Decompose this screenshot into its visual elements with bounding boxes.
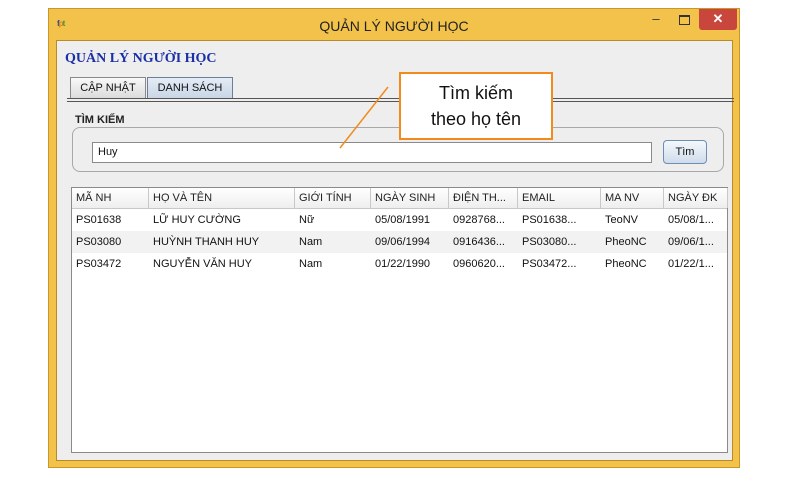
table-cell: 01/22/1... — [668, 258, 714, 270]
column-header[interactable]: HỌ VÀ TÊN — [149, 188, 295, 208]
table-cell: PS01638 — [76, 214, 122, 226]
callout-text-line2: theo họ tên — [430, 109, 522, 129]
window-title: QUẢN LÝ NGƯỜI HỌC — [319, 18, 469, 34]
table-cell: PS03472 — [76, 258, 122, 270]
column-header[interactable]: MA NV — [601, 188, 664, 208]
table-cell: TeoNV — [605, 214, 639, 226]
column-header[interactable]: EMAIL — [518, 188, 601, 208]
maximize-button[interactable] — [671, 9, 697, 30]
close-button[interactable]: ✕ — [699, 9, 737, 30]
search-input[interactable]: Huy — [92, 142, 652, 163]
table-row[interactable]: PS03080 HUỲNH THANH HUY Nam 09/06/1994 0… — [72, 231, 727, 253]
table-cell: LỮ HUY CƯỜNG — [153, 214, 241, 226]
table-cell: 09/06/1994 — [375, 236, 431, 248]
maximize-icon — [678, 14, 690, 25]
table-cell: PS03472... — [522, 258, 577, 270]
table-cell: Nữ — [299, 214, 315, 226]
search-section-label: TÌM KIẾM — [75, 114, 125, 126]
minimize-button[interactable]: – — [643, 9, 669, 30]
client-area: QUẢN LÝ NGƯỜI HỌC CẬP NHẬT DANH SÁCH TÌM… — [56, 40, 734, 461]
table-cell: 0916436... — [453, 236, 505, 248]
column-header[interactable]: GIỚI TÍNH — [295, 188, 371, 208]
table-cell: 05/08/1... — [668, 214, 714, 226]
table-cell: NGUYỄN VĂN HUY — [153, 258, 253, 270]
table-cell: PheoNC — [605, 236, 647, 248]
table-cell: 09/06/1... — [668, 236, 714, 248]
table-cell: PS01638... — [522, 214, 577, 226]
table-row[interactable]: PS01638 LỮ HUY CƯỜNG Nữ 05/08/1991 09287… — [72, 209, 727, 231]
table-cell: PheoNC — [605, 258, 647, 270]
table-cell: 01/22/1990 — [375, 258, 431, 270]
table-header: MÃ NH HỌ VÀ TÊN GIỚI TÍNH NGÀY SINH ĐIỆN… — [72, 188, 728, 209]
column-header[interactable]: NGÀY ĐK — [664, 188, 728, 208]
table-cell: 05/08/1991 — [375, 214, 431, 226]
column-header[interactable]: MÃ NH — [72, 188, 149, 208]
results-table[interactable]: MÃ NH HỌ VÀ TÊN GIỚI TÍNH NGÀY SINH ĐIỆN… — [71, 187, 728, 453]
tab-update[interactable]: CẬP NHẬT — [70, 77, 146, 98]
table-cell: 0960620... — [453, 258, 505, 270]
callout-text-line1: Tìm kiếm — [439, 83, 513, 103]
column-header[interactable]: ĐIỆN TH... — [449, 188, 518, 208]
table-cell: 0928768... — [453, 214, 505, 226]
table-cell: PS03080 — [76, 236, 122, 248]
page-title: QUẢN LÝ NGƯỜI HỌC — [65, 51, 217, 66]
table-row[interactable]: PS03472 NGUYỄN VĂN HUY Nam 01/22/1990 09… — [72, 253, 727, 275]
column-header[interactable]: NGÀY SINH — [371, 188, 449, 208]
search-button[interactable]: Tìm — [663, 140, 707, 164]
app-window: fpt QUẢN LÝ NGƯỜI HỌC – ✕ QUẢN LÝ NGƯỜI … — [48, 8, 740, 468]
title-bar[interactable]: fpt QUẢN LÝ NGƯỜI HỌC – ✕ — [49, 9, 739, 39]
annotation-callout: Tìm kiếm theo họ tên — [399, 72, 553, 140]
table-cell: Nam — [299, 258, 323, 270]
table-cell: HUỲNH THANH HUY — [153, 236, 260, 248]
table-cell: PS03080... — [522, 236, 577, 248]
table-cell: Nam — [299, 236, 323, 248]
tab-list[interactable]: DANH SÁCH — [147, 77, 233, 98]
